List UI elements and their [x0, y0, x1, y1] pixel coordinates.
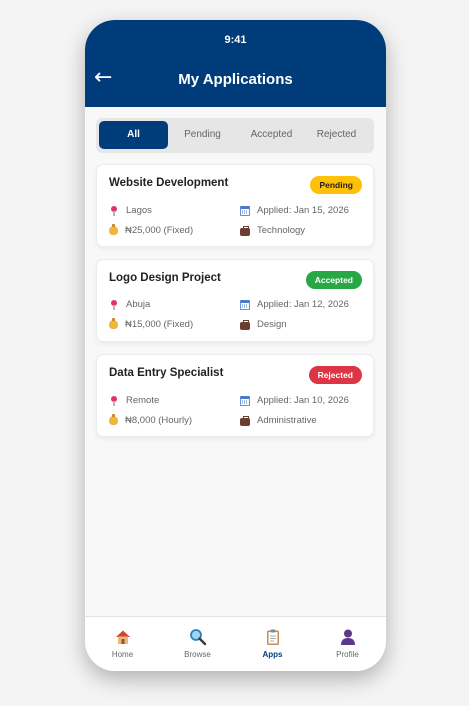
status-badge: Accepted	[305, 271, 362, 289]
nav-label: Browse	[184, 650, 211, 659]
tab-accepted[interactable]: Accepted	[237, 121, 306, 149]
pin-icon	[109, 395, 119, 406]
category-meta: Design	[240, 319, 287, 330]
application-title: Data Entry Specialist	[109, 367, 224, 379]
category-text: Administrative	[257, 415, 317, 426]
category-text: Technology	[257, 225, 306, 236]
money-bag-icon	[109, 224, 118, 235]
category-meta: Technology	[240, 225, 305, 236]
status-badge: Pending	[310, 176, 362, 194]
application-title: Website Development	[109, 177, 229, 189]
location-meta: Abuja	[109, 299, 150, 310]
status-time: 9:41	[224, 34, 247, 46]
tab-rejected[interactable]: Rejected	[302, 121, 371, 149]
money-bag-icon	[109, 414, 118, 425]
pay-text: ₦8,000 (Hourly)	[125, 415, 193, 426]
nav-item-profile[interactable]: Profile	[310, 617, 385, 671]
location-meta: Lagos	[109, 205, 152, 216]
clipboard-icon	[266, 629, 279, 645]
application-card[interactable]: Data Entry Specialist Rejected Remote Ap…	[96, 354, 374, 437]
status-filter-tabs: All Pending Accepted Rejected	[96, 118, 374, 153]
nav-label: Home	[111, 650, 134, 659]
category-meta: Administrative	[240, 415, 317, 426]
nav-label: Profile	[336, 650, 359, 659]
pay-text: ₦15,000 (Fixed)	[125, 319, 194, 330]
applied-date-text: Applied: Jan 10, 2026	[257, 395, 349, 406]
applied-meta: Applied: Jan 12, 2026	[240, 299, 349, 310]
application-title: Logo Design Project	[109, 272, 221, 284]
nav-item-browse[interactable]: Browse	[160, 617, 235, 671]
calendar-icon	[240, 299, 250, 310]
location-text: Abuja	[126, 299, 151, 310]
pay-text: ₦25,000 (Fixed)	[125, 225, 194, 236]
briefcase-icon	[240, 415, 250, 426]
applied-meta: Applied: Jan 10, 2026	[240, 395, 349, 406]
home-icon	[115, 630, 130, 644]
tab-all[interactable]: All	[99, 121, 168, 149]
pin-icon	[109, 299, 119, 310]
pin-icon	[109, 205, 119, 216]
pay-meta: ₦15,000 (Fixed)	[109, 318, 194, 330]
briefcase-icon	[240, 319, 250, 330]
pay-meta: ₦25,000 (Fixed)	[109, 224, 194, 236]
nav-item-apps[interactable]: Apps	[235, 617, 310, 671]
pay-meta: ₦8,000 (Hourly)	[109, 414, 193, 426]
location-meta: Remote	[109, 395, 159, 406]
tab-pending[interactable]: Pending	[168, 121, 237, 149]
application-card[interactable]: Logo Design Project Accepted Abuja Appli…	[96, 259, 374, 342]
status-badge: Rejected	[308, 366, 362, 384]
bottom-nav: Home Browse Apps Profile	[85, 616, 386, 671]
profile-icon	[340, 629, 355, 645]
nav-item-home[interactable]: Home	[85, 617, 160, 671]
location-text: Lagos	[126, 205, 152, 216]
applied-meta: Applied: Jan 15, 2026	[240, 205, 349, 216]
calendar-icon	[240, 395, 250, 406]
application-card[interactable]: Website Development Pending Lagos Applie…	[96, 164, 374, 247]
nav-label: Apps	[262, 650, 283, 659]
calendar-icon	[240, 205, 250, 216]
applied-date-text: Applied: Jan 15, 2026	[257, 205, 349, 216]
app-header: 9:41 ← My Applications	[85, 20, 386, 107]
applied-date-text: Applied: Jan 12, 2026	[257, 299, 349, 310]
category-text: Design	[257, 319, 287, 330]
search-icon	[189, 629, 206, 646]
page-title: My Applications	[178, 71, 293, 88]
phone-frame: 9:41 ← My Applications All Pending Accep…	[85, 20, 386, 671]
briefcase-icon	[240, 225, 250, 236]
money-bag-icon	[109, 318, 118, 329]
location-text: Remote	[126, 395, 160, 406]
